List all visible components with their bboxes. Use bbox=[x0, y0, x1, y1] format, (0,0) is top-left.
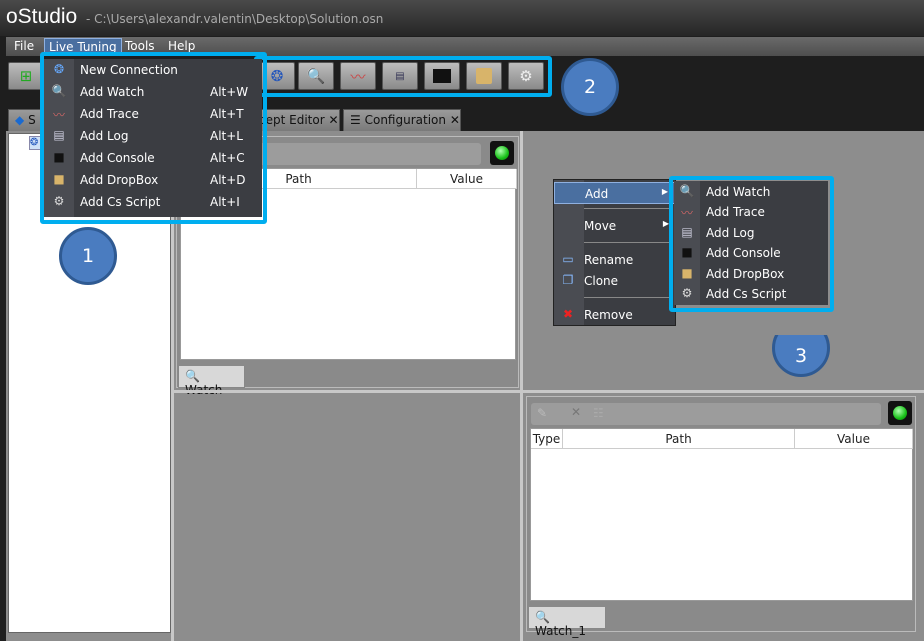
splitter[interactable] bbox=[520, 131, 523, 641]
callout-3-clip: 3 bbox=[770, 335, 832, 380]
remove-icon: ✖ bbox=[562, 307, 574, 321]
splitter[interactable] bbox=[174, 390, 924, 393]
callout-3: 3 bbox=[772, 335, 830, 377]
submenu-highlight bbox=[669, 176, 834, 312]
title-bar: oStudio - C:\Users\alexandr.valentin\Des… bbox=[0, 0, 924, 36]
callout-2: 2 bbox=[561, 58, 619, 116]
context-remove[interactable]: ✖ Remove bbox=[554, 304, 675, 326]
context-add[interactable]: Add ▶ bbox=[554, 182, 675, 204]
watch-tab[interactable]: 🔍 Watch bbox=[178, 366, 245, 397]
app-title: oStudio bbox=[6, 5, 78, 28]
new-window-button[interactable]: ⊞ bbox=[8, 62, 44, 90]
watch-1-pane: ✎ ✕ ☷ Type Path Value 🔍 Watch_1 bbox=[526, 396, 916, 638]
close-icon[interactable]: ✕ bbox=[450, 113, 460, 127]
column-value[interactable]: Value bbox=[795, 429, 913, 449]
callout-1: 1 bbox=[59, 227, 117, 285]
list-icon[interactable]: ☷ bbox=[593, 406, 604, 420]
tab-configuration[interactable]: ☰ Configuration ✕ bbox=[343, 109, 461, 131]
file-path: - C:\Users\alexandr.valentin\Desktop\Sol… bbox=[86, 12, 384, 26]
context-clone[interactable]: ❐ Clone bbox=[554, 270, 675, 292]
context-menu: Add ▶ Move ▶ ▭ Rename ❐ Clone ✖ Remove bbox=[553, 179, 676, 326]
close-icon[interactable]: ✕ bbox=[328, 113, 338, 127]
clone-icon: ❐ bbox=[562, 273, 574, 287]
configuration-icon: ☰ bbox=[350, 113, 361, 127]
new-window-icon: ⊞ bbox=[19, 67, 33, 85]
context-rename[interactable]: ▭ Rename bbox=[554, 249, 675, 271]
watch-1-table: Type Path Value bbox=[530, 428, 913, 601]
watch-1-toolbar: ✎ ✕ ☷ bbox=[531, 403, 881, 425]
column-path[interactable]: Path bbox=[563, 429, 795, 449]
status-led-icon bbox=[888, 401, 912, 425]
context-move[interactable]: Move ▶ bbox=[554, 215, 675, 237]
toolbar-highlight bbox=[254, 56, 552, 97]
delete-icon[interactable]: ✕ bbox=[571, 405, 581, 419]
status-led-icon bbox=[490, 141, 514, 165]
menu-file[interactable]: File bbox=[10, 38, 38, 54]
menu-highlight bbox=[40, 52, 267, 224]
column-value[interactable]: Value bbox=[417, 169, 517, 189]
watch-1-tab[interactable]: 🔍 Watch_1 bbox=[528, 607, 606, 638]
edit-icon[interactable]: ✎ bbox=[537, 406, 547, 420]
rename-icon: ▭ bbox=[562, 252, 574, 266]
tab-solution[interactable]: ◆ S bbox=[8, 109, 44, 131]
column-type[interactable]: Type bbox=[531, 429, 563, 449]
